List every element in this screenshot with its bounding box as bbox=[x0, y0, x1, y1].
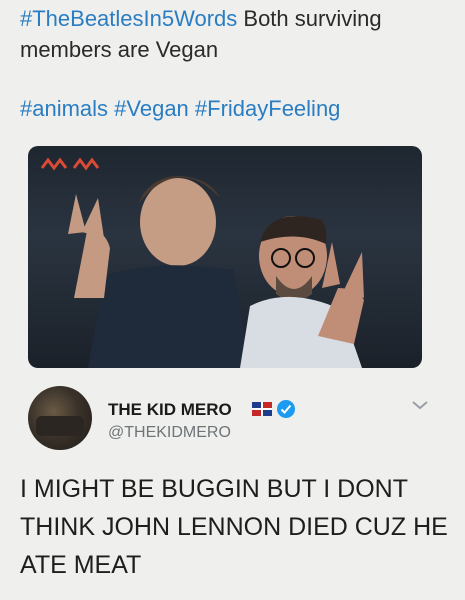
photo-illustration bbox=[40, 157, 364, 368]
tweet-body: #TheBeatlesIn5Words Both surviving membe… bbox=[20, 3, 450, 65]
chevron-down-icon[interactable] bbox=[410, 398, 430, 412]
user-name[interactable]: THE KID MERO bbox=[108, 400, 232, 420]
flag-icon bbox=[252, 402, 272, 416]
tweet-hashtags[interactable]: #animals #Vegan #FridayFeeling bbox=[20, 96, 340, 122]
reply-text: I MIGHT BE BUGGIN BUT I DONT THINK JOHN … bbox=[20, 475, 448, 579]
avatar[interactable] bbox=[28, 386, 92, 450]
user-handle[interactable]: @THEKIDMERO bbox=[108, 424, 231, 442]
reply-tweet[interactable]: THE KID MERO @THEKIDMERO I MIGHT BE BUGG… bbox=[0, 372, 465, 600]
hashtag-beatles[interactable]: #TheBeatlesIn5Words bbox=[20, 6, 237, 31]
watermark-icon bbox=[40, 157, 100, 171]
tweet-photo[interactable] bbox=[28, 146, 422, 368]
verified-icon bbox=[277, 400, 295, 418]
